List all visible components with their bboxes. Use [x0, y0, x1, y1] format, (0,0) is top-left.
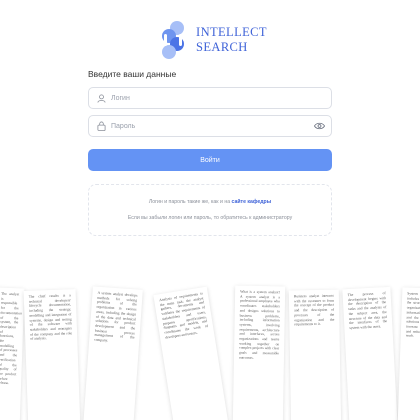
info-text: Логин и пароль такие же, как и на	[148, 199, 232, 205]
eye-icon[interactable]	[313, 120, 325, 132]
login-button[interactable]: Войти	[88, 149, 332, 171]
paper-sheet: What is a system analyst? A system analy…	[232, 285, 286, 420]
paper-sheet: The chief results is a technical develop…	[23, 289, 81, 420]
paper-sheet: The process of development begins with t…	[342, 286, 398, 420]
user-icon	[95, 92, 107, 104]
info-box: Логин и пароль такие же, как и на сайте …	[88, 184, 332, 236]
password-input[interactable]	[111, 122, 313, 130]
info-line2: Если вы забыли логин или пароль, то обра…	[127, 215, 293, 221]
logo-mark-icon	[158, 20, 188, 60]
paper-sheet: A system analyst develops methods for so…	[83, 286, 143, 420]
logo-line2: SEARCH	[196, 40, 248, 54]
login-field[interactable]	[88, 87, 332, 109]
paper-sheet: System analysis includes the study of th…	[397, 287, 420, 420]
logo-text: INTELLECT SEARCH	[196, 25, 267, 55]
logo: INTELLECT SEARCH	[158, 20, 267, 60]
paper-sheet: Analysis of requirements is the main tas…	[153, 286, 229, 420]
login-input[interactable]	[111, 94, 331, 102]
lock-icon	[95, 120, 107, 132]
paper-sheet: Business analyst interacts with the cust…	[288, 289, 342, 420]
form-heading: Введите ваши данные	[88, 69, 177, 79]
decorative-papers: The analyst is responsible for the docum…	[0, 270, 420, 420]
logo-line1: INTELLECT	[196, 25, 267, 39]
info-line1: Логин и пароль такие же, как и на сайте …	[89, 199, 331, 205]
paper-sheet: The analyst is responsible for the docum…	[0, 287, 25, 420]
department-site-link[interactable]: сайте кафедры	[232, 199, 272, 205]
password-field[interactable]	[88, 115, 332, 137]
